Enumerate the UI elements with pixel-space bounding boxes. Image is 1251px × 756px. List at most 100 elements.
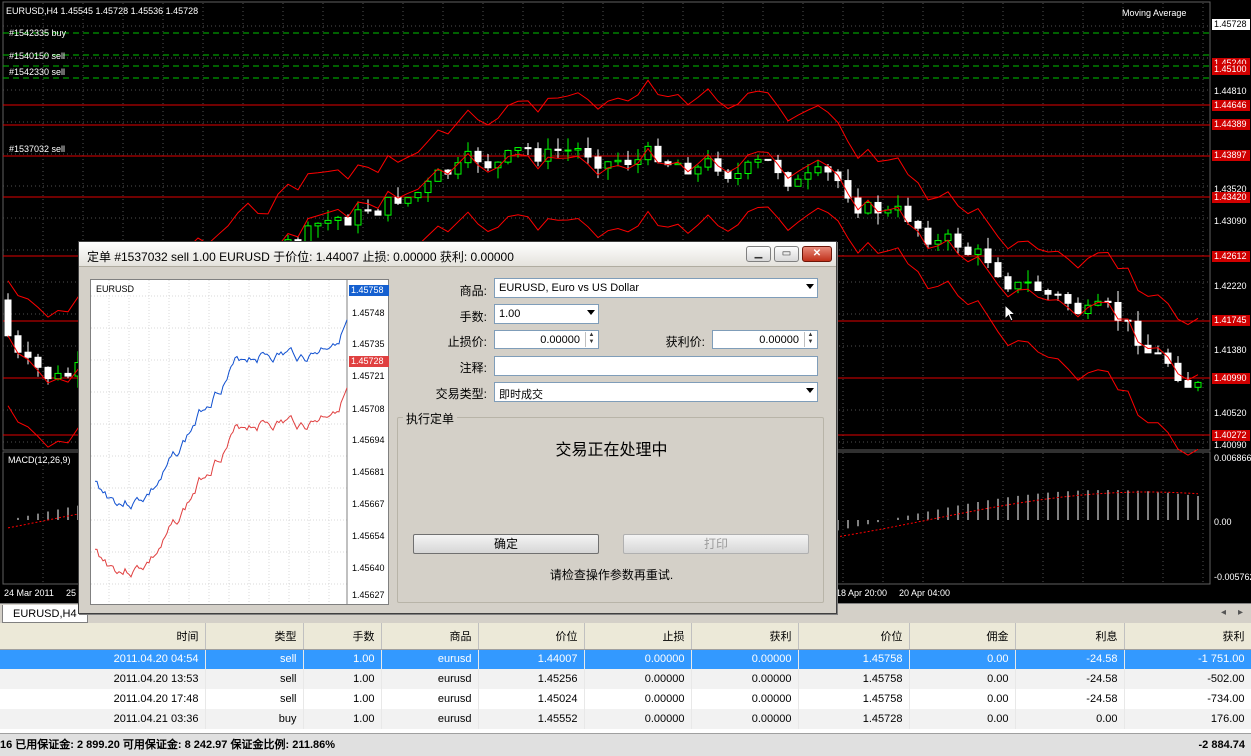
stop-loss-input[interactable]: 0.00000 ▲ ▼ [494, 330, 599, 349]
candle-body [364, 209, 372, 212]
cell-symbol: eurusd [381, 689, 479, 709]
cell-tp: 0.00000 [691, 649, 799, 669]
candle-body [1044, 290, 1052, 295]
candle-body [354, 209, 362, 226]
col-header-sl[interactable]: 止损 [584, 623, 692, 650]
cell-open-price: 1.45256 [478, 669, 585, 689]
candle-body [344, 216, 352, 226]
cell-profit: -1 751.00 [1124, 649, 1251, 669]
price-tick: 1.40520 [1214, 408, 1247, 418]
cell-volume: 1.00 [303, 649, 382, 669]
candle-body [984, 248, 992, 264]
cell-commission: 0.00 [909, 709, 1016, 729]
candle-body [484, 161, 492, 169]
price-tag: 1.40272 [1212, 430, 1250, 441]
cell-symbol: eurusd [381, 649, 479, 669]
cell-swap: -24.58 [1015, 669, 1125, 689]
tick-chart-label: 1.45627 [352, 590, 385, 600]
tab-scroll-right-icon[interactable]: ▸ [1238, 607, 1243, 618]
candle-body [554, 148, 562, 151]
stop-loss-value: 0.00000 [540, 334, 580, 346]
dialog-title: 定单 #1537032 sell 1.00 EURUSD 于价位: 1.4400… [87, 250, 514, 264]
col-header-profit[interactable]: 获利 [1124, 623, 1251, 650]
indicator-label: Moving Average [1122, 8, 1187, 18]
table-row[interactable]: 2011.04.21 03:36 buy 1.00 eurusd 1.45552… [0, 709, 1251, 729]
candle-body [24, 351, 32, 358]
comment-input[interactable] [494, 356, 818, 376]
candle-body [1074, 302, 1082, 315]
volume-select[interactable]: 1.00 [494, 304, 599, 324]
candle-body [574, 147, 582, 151]
candle-body [1064, 294, 1072, 304]
cell-time: 2011.04.20 04:54 [0, 649, 206, 669]
orders-table: 时间 类型 手数 商品 价位 止损 获利 价位 佣金 利息 获利 2011.04… [0, 623, 1251, 729]
candle-body [414, 192, 422, 199]
maximize-icon[interactable]: ▭ [774, 246, 799, 262]
tick-chart-label: 1.45735 [352, 339, 385, 349]
candle-body [584, 147, 592, 158]
close-icon[interactable]: ✕ [802, 246, 832, 262]
tick-chart-canvas [91, 280, 348, 604]
spin-arrows-icon[interactable]: ▲ ▼ [804, 332, 816, 347]
take-profit-input[interactable]: 0.00000 ▲ ▼ [712, 330, 818, 349]
col-header-type[interactable]: 类型 [205, 623, 304, 650]
candle-body [1114, 301, 1122, 321]
cell-price: 1.45758 [798, 649, 910, 669]
price-tick: 1.43090 [1214, 216, 1247, 226]
price-tick: 1.44810 [1214, 86, 1247, 96]
cell-type: sell [205, 669, 304, 689]
tab-eurusd-h4[interactable]: EURUSD,H4 [2, 605, 88, 623]
tab-scroll-left-icon[interactable]: ◂ [1221, 607, 1226, 618]
spin-arrows-icon[interactable]: ▲ ▼ [585, 332, 597, 347]
macd-tick: -0.005762 [1214, 572, 1251, 582]
candle-body [64, 372, 72, 377]
candle-body [714, 158, 722, 172]
chevron-down-icon [587, 310, 595, 315]
candle-body [424, 180, 432, 194]
candle-body [594, 156, 602, 169]
order-label-3: #1542330 sell [9, 67, 66, 77]
col-header-tp[interactable]: 获利 [691, 623, 799, 650]
cell-swap: -24.58 [1015, 649, 1125, 669]
col-header-price[interactable]: 价位 [798, 623, 910, 650]
col-header-time[interactable]: 时间 [0, 623, 206, 650]
tick-chart-label: 1.45721 [352, 371, 385, 381]
col-header-swap[interactable]: 利息 [1015, 623, 1125, 650]
order-type-select[interactable]: 即时成交 [494, 382, 818, 402]
cell-profit: -502.00 [1124, 669, 1251, 689]
table-row[interactable]: 2011.04.20 04:54 sell 1.00 eurusd 1.4400… [0, 649, 1251, 669]
cell-type: sell [205, 689, 304, 709]
table-row[interactable]: 2011.04.20 13:53 sell 1.00 eurusd 1.4525… [0, 669, 1251, 689]
candle-body [814, 166, 822, 174]
tick-chart-symbol: EURUSD [96, 284, 135, 294]
ok-button[interactable]: 确定 [413, 534, 599, 554]
col-header-commission[interactable]: 佣金 [909, 623, 1016, 650]
candle-body [374, 210, 382, 216]
symbol-select[interactable]: EURUSD, Euro vs US Dollar [494, 278, 818, 298]
tick-chart-label: 1.45640 [352, 563, 385, 573]
table-row[interactable]: 2011.04.20 17:48 sell 1.00 eurusd 1.4502… [0, 689, 1251, 709]
cell-time: 2011.04.20 13:53 [0, 669, 206, 689]
col-header-open-price[interactable]: 价位 [478, 623, 585, 650]
time-label: 20 Apr 04:00 [899, 588, 951, 598]
ask-line [94, 319, 348, 510]
candle-body [764, 158, 772, 161]
table-header-row: 时间 类型 手数 商品 价位 止损 获利 价位 佣金 利息 获利 [0, 623, 1251, 650]
candle-body [474, 150, 482, 163]
dialog-titlebar[interactable]: 定单 #1537032 sell 1.00 EURUSD 于价位: 1.4400… [79, 242, 836, 267]
tick-chart-label: 1.45748 [352, 308, 385, 318]
candle-body [1004, 276, 1012, 290]
cell-symbol: eurusd [381, 669, 479, 689]
order-type-value: 即时成交 [499, 389, 543, 401]
col-header-volume[interactable]: 手数 [303, 623, 382, 650]
candle-body [964, 246, 972, 255]
cell-volume: 1.00 [303, 689, 382, 709]
cell-volume: 1.00 [303, 669, 382, 689]
cell-tp: 0.00000 [691, 689, 799, 709]
chart-header: EURUSD,H4 1.45545 1.45728 1.45536 1.4572… [6, 6, 199, 16]
price-tick: 1.41380 [1214, 345, 1247, 355]
col-header-symbol[interactable]: 商品 [381, 623, 479, 650]
candle-body [734, 173, 742, 179]
minimize-icon[interactable]: ▁ [746, 246, 771, 262]
print-button[interactable]: 打印 [623, 534, 809, 554]
